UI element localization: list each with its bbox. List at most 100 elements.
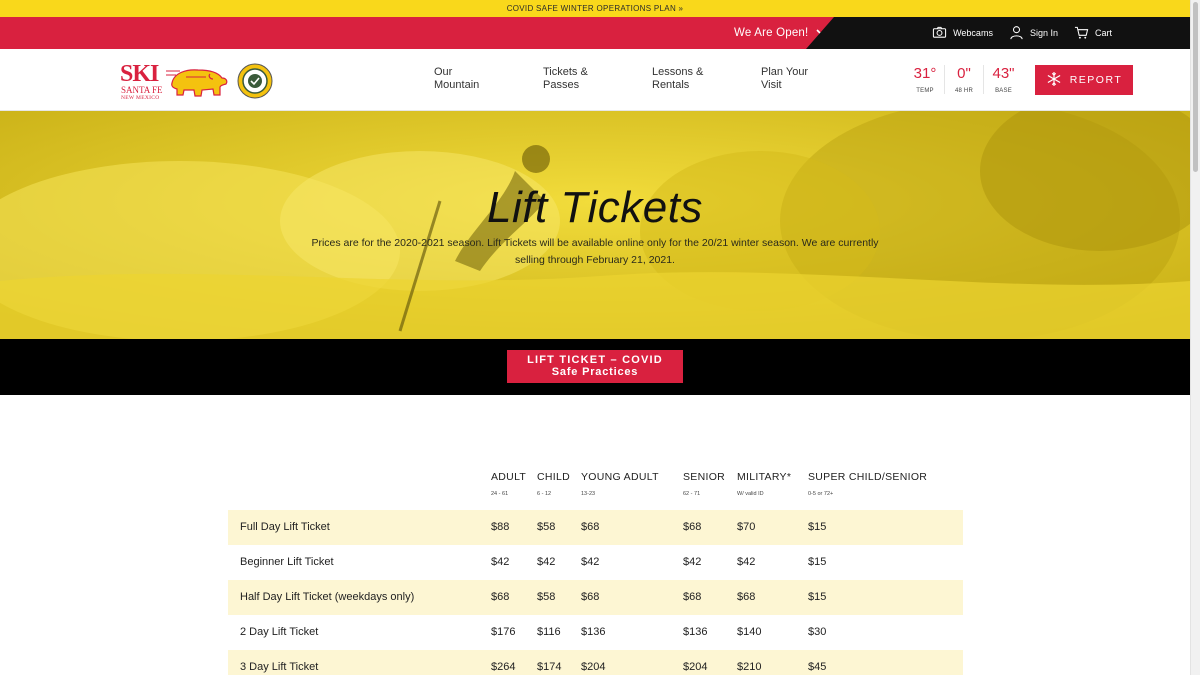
price-military: $210 [737, 661, 762, 673]
price-adult: $264 [491, 661, 516, 673]
covid-plan-banner[interactable]: COVID SAFE WINTER OPERATIONS PLAN » [0, 0, 1190, 17]
weather-48hr: 0" 48 HR [945, 65, 984, 94]
ski-santa-fe-logo[interactable]: SKI SANTA FE NEW MEXICO [120, 61, 232, 101]
ticket-name: 2 Day Lift Ticket [240, 626, 319, 638]
nav-label-line2: Visit [761, 79, 782, 91]
ticket-name: Half Day Lift Ticket (weekdays only) [240, 591, 415, 603]
column-header-label: SENIOR [683, 471, 726, 483]
covid-plan-link[interactable]: COVID SAFE WINTER OPERATIONS PLAN » [507, 4, 684, 13]
column-header-label: MILITARY* [737, 471, 792, 483]
column-header-age: 24 - 61 [491, 491, 509, 497]
price-child: $58 [537, 591, 556, 603]
column-header-child: CHILD 6 - 12 [537, 471, 570, 497]
column-header-age: W/ valid ID [737, 491, 764, 497]
price-adult: $88 [491, 521, 510, 533]
price-young-adult: $136 [581, 626, 606, 638]
price-young-adult: $68 [581, 521, 600, 533]
price-super-child-senior: $15 [808, 521, 827, 533]
scrollbar-thumb[interactable] [1193, 2, 1198, 172]
webcams-link[interactable]: Webcams [932, 25, 993, 42]
covid-strip: LIFT TICKET – COVID Safe Practices [0, 339, 1190, 395]
price-young-adult: $42 [581, 556, 600, 568]
price-super-child-senior: $15 [808, 556, 827, 568]
column-header-adult: ADULT 24 - 61 [491, 471, 526, 497]
price-senior: $68 [683, 591, 702, 603]
column-header-senior: SENIOR 62 - 71 [683, 471, 725, 497]
sign-in-link[interactable]: Sign In [1009, 25, 1058, 42]
nav-label-line2: Rentals [652, 79, 690, 91]
nav-our-mountain[interactable]: Our Mountain [434, 66, 543, 92]
weather-base: 43" BASE [984, 65, 1023, 94]
price-young-adult: $204 [581, 661, 606, 673]
ticket-name: 3 Day Lift Ticket [240, 661, 319, 673]
sign-in-label: Sign In [1029, 28, 1058, 38]
nm-safe-certified-seal-icon [237, 63, 273, 99]
ticket-name: Beginner Lift Ticket [240, 556, 334, 568]
nav-label-line2: Mountain [434, 79, 480, 91]
column-header-super-child-senior: SUPER CHILD/SENIOR 0-5 or 72+ [808, 471, 927, 497]
column-header-age: 13-23 [581, 491, 596, 497]
nav-label-line2: Passes [543, 79, 580, 91]
price-child: $58 [537, 521, 556, 533]
utility-bar: We Are Open! Webcams Sign In Cart [0, 17, 1190, 49]
price-super-child-senior: $45 [808, 661, 827, 673]
price-adult: $68 [491, 591, 510, 603]
weather-temp-value: 31° [913, 65, 937, 82]
column-header-label: YOUNG ADULT [581, 471, 659, 483]
weather-widget[interactable]: 31° TEMP 0" 48 HR 43" BASE [906, 65, 1023, 94]
hero-banner: Lift Tickets Prices are for the 2020-202… [0, 111, 1190, 339]
logo-new-mexico-text: NEW MEXICO [121, 95, 160, 101]
logo-santa-fe-text: SANTA FE [121, 85, 163, 95]
price-military: $42 [737, 556, 756, 568]
page-subtitle: Prices are for the 2020-2021 season. Lif… [311, 237, 879, 266]
camera-icon [932, 25, 947, 42]
column-header-age: 6 - 12 [537, 491, 552, 497]
column-header-label: SUPER CHILD/SENIOR [808, 471, 928, 483]
table-row: Half Day Lift Ticket (weekdays only) $68… [228, 580, 963, 615]
price-adult: $176 [491, 626, 516, 638]
nav-lessons-rentals[interactable]: Lessons & Rentals [652, 66, 761, 92]
nav-plan-your-visit[interactable]: Plan Your Visit [761, 66, 870, 92]
column-header-age: 62 - 71 [683, 491, 701, 497]
price-child: $174 [537, 661, 562, 673]
site-header: SKI SANTA FE NEW MEXICO Our Mountain Tic… [0, 49, 1190, 111]
weather-48hr-value: 0" [957, 65, 971, 82]
page-scrollbar[interactable] [1190, 0, 1200, 675]
covid-button-line1: LIFT TICKET – COVID [527, 354, 663, 366]
logo-ski-text: SKI [120, 61, 159, 87]
price-super-child-senior: $15 [808, 591, 827, 603]
page-title: Lift Tickets [487, 183, 703, 232]
nav-label-line1: Our [434, 66, 453, 78]
nav-label-line1: Plan Your [761, 66, 809, 78]
column-header-age: 0-5 or 72+ [808, 491, 834, 497]
weather-48hr-label: 48 HR [954, 88, 973, 94]
price-senior: $42 [683, 556, 702, 568]
column-header-label: CHILD [537, 471, 571, 483]
cart-icon [1074, 25, 1089, 42]
column-header-military: MILITARY* W/ valid ID [737, 471, 791, 497]
user-icon [1009, 25, 1024, 42]
lift-ticket-price-table: ADULT 24 - 61 CHILD 6 - 12 YOUNG ADULT 1… [228, 464, 963, 675]
utility-links: Webcams Sign In Cart [932, 17, 1112, 49]
webcams-label: Webcams [953, 28, 993, 38]
cart-label: Cart [1094, 28, 1112, 38]
price-super-child-senior: $30 [808, 626, 827, 638]
table-row: Full Day Lift Ticket $88 $58 $68 $68 $70… [228, 510, 963, 545]
we-are-open-label: We Are Open! [734, 27, 809, 39]
nav-label-line1: Tickets & [543, 66, 588, 78]
lift-ticket-covid-button[interactable]: LIFT TICKET – COVID Safe Practices [507, 350, 683, 383]
zia-bear-icon [166, 69, 228, 97]
price-senior: $68 [683, 521, 702, 533]
nav-label-line1: Lessons & [652, 66, 704, 78]
weather-temp: 31° TEMP [906, 65, 945, 94]
cart-link[interactable]: Cart [1074, 25, 1112, 42]
column-header-young-adult: YOUNG ADULT 13-23 [581, 471, 659, 497]
weather-base-label: BASE [995, 88, 1012, 94]
price-child: $42 [537, 556, 556, 568]
table-row: Beginner Lift Ticket $42 $42 $42 $42 $42… [228, 545, 963, 580]
table-row: 3 Day Lift Ticket $264 $174 $204 $204 $2… [228, 650, 963, 675]
column-header-label: ADULT [491, 471, 527, 483]
price-military: $140 [737, 626, 762, 638]
snow-report-button[interactable]: REPORT [1035, 65, 1133, 95]
nav-tickets-passes[interactable]: Tickets & Passes [543, 66, 652, 92]
